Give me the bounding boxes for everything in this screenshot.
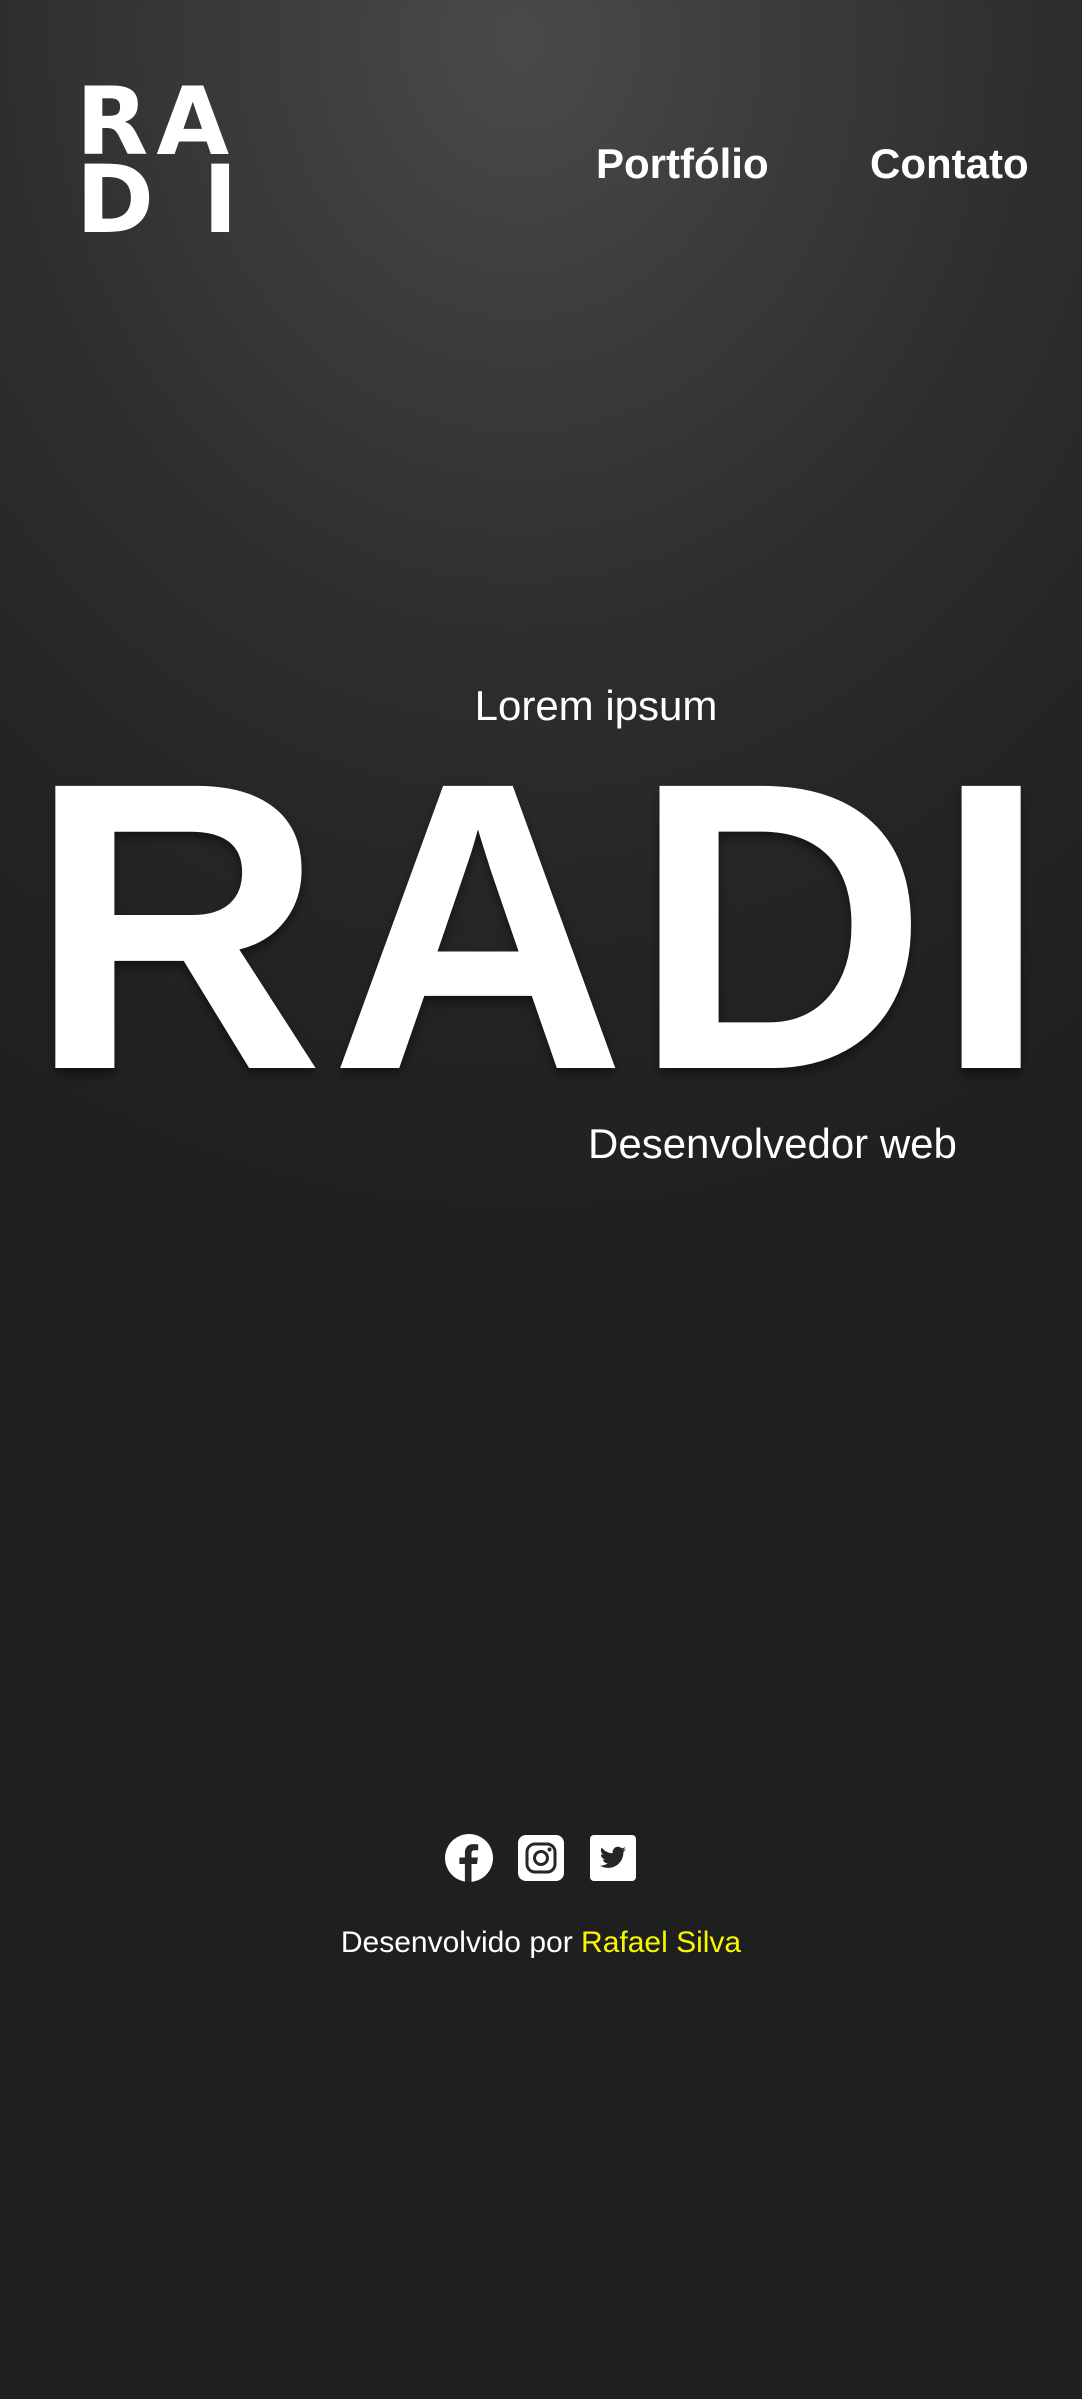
footer-credit: Desenvolvido por Rafael Silva [0, 1926, 1082, 1960]
twitter-icon[interactable] [588, 1833, 638, 1883]
nav-link-portfolio[interactable]: Portfólio [596, 140, 769, 188]
author-link[interactable]: Rafael Silva [581, 1926, 741, 1959]
main-nav: Portfólio Contato [0, 140, 1082, 200]
hero-subtitle: Desenvolvedor web [588, 1120, 957, 1167]
facebook-icon[interactable] [444, 1833, 494, 1883]
nav-link-contato[interactable]: Contato [870, 140, 1029, 188]
instagram-icon[interactable] [516, 1833, 566, 1883]
footer-prefix: Desenvolvido por [340, 1926, 582, 1959]
social-links [0, 1833, 1082, 1883]
hero-title: RADI [27, 697, 1055, 1155]
